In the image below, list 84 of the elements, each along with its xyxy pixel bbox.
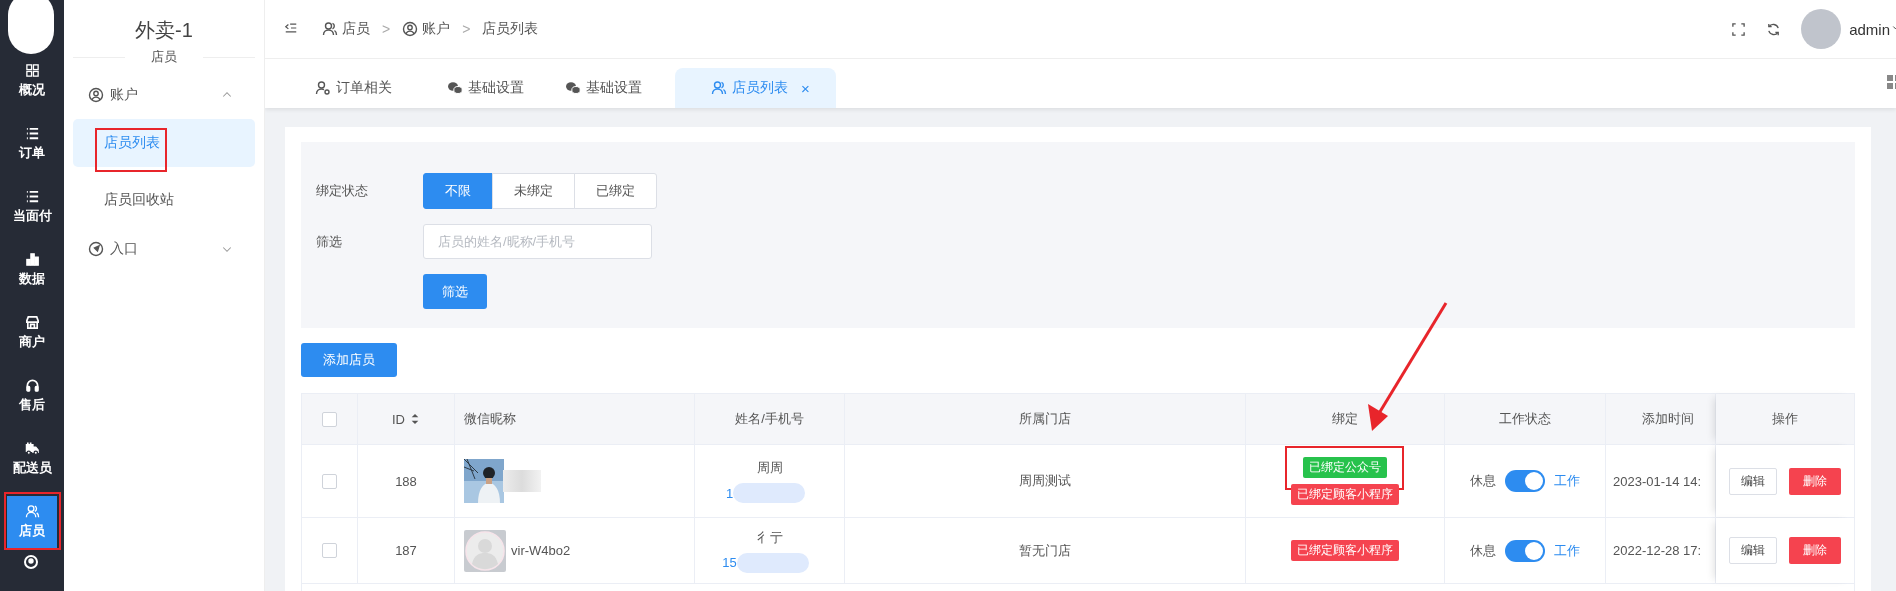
rail-nav-item[interactable]: 当面付 xyxy=(7,181,57,233)
default-avatar-icon xyxy=(464,529,506,572)
avatar[interactable] xyxy=(1801,9,1842,49)
breadcrumb-link[interactable]: 店员列表 xyxy=(482,20,539,38)
collapse-menu-icon xyxy=(284,20,298,35)
section-subtitle: 店员 xyxy=(150,48,178,66)
page-tab[interactable]: 订单相关 xyxy=(295,68,413,108)
headset-icon xyxy=(24,378,40,393)
checkbox[interactable] xyxy=(322,473,337,489)
switch-label: 休息 xyxy=(1470,472,1496,490)
checkbox[interactable] xyxy=(322,543,337,558)
status-tag: 已绑定顾客小程序 xyxy=(1291,484,1399,505)
sort-icon xyxy=(410,412,420,426)
switch-label: 工作 xyxy=(1554,541,1580,560)
table-cell: 周周测试 xyxy=(1019,472,1071,490)
edit-button[interactable]: 编辑 xyxy=(1729,537,1777,564)
switch-label: 工作 xyxy=(1554,472,1580,490)
logo xyxy=(8,0,54,54)
work-status-switch[interactable] xyxy=(1505,470,1545,492)
chat-bubbles-icon xyxy=(447,80,463,96)
truck-icon xyxy=(24,441,40,456)
table-cell: 2023-01-14 14: xyxy=(1613,473,1702,489)
account-icon xyxy=(402,21,419,37)
rail-nav-item[interactable]: 配送员 xyxy=(7,433,57,485)
submenu-item[interactable]: 店员回收站 xyxy=(73,176,255,224)
table-cell: 暂无门店 xyxy=(1019,541,1071,560)
refresh-icon xyxy=(1766,21,1782,37)
menu-group[interactable]: 入口 xyxy=(73,234,255,264)
users-icon xyxy=(711,80,727,96)
list-icon xyxy=(24,189,40,204)
work-status-switch[interactable] xyxy=(1505,539,1545,562)
user-menu[interactable]: admin xyxy=(1849,20,1896,38)
page-tab[interactable]: 基础设置 xyxy=(413,68,545,108)
breadcrumb-link[interactable]: 店员 xyxy=(322,20,370,38)
nickname: vir-W4bo2 xyxy=(511,543,571,558)
user-icon xyxy=(24,504,40,519)
dashboard-icon xyxy=(24,63,40,78)
compass-icon xyxy=(88,241,104,257)
table-cell: 187 xyxy=(395,543,417,558)
switch-label: 休息 xyxy=(1470,541,1496,560)
account-icon xyxy=(88,87,104,103)
column-header: 添加时间 xyxy=(1642,410,1694,428)
column-header: 操作 xyxy=(1772,410,1798,428)
fullscreen-icon xyxy=(1731,21,1747,37)
delete-button[interactable]: 删除 xyxy=(1789,467,1841,495)
user-gear-icon xyxy=(315,80,331,96)
rail-nav-item[interactable]: 数据 xyxy=(7,244,57,296)
checkbox[interactable] xyxy=(322,411,337,427)
breadcrumb-separator: > xyxy=(462,21,471,37)
column-header: 所属门店 xyxy=(1019,410,1071,428)
column-header: 工作状态 xyxy=(1499,410,1551,428)
users-icon xyxy=(322,21,338,37)
store-title: 外卖-1 xyxy=(134,18,194,43)
chat-bubbles-icon xyxy=(565,80,581,96)
filter-option[interactable]: 已绑定 xyxy=(574,173,657,209)
redaction-blur xyxy=(503,470,541,492)
rail-nav-item[interactable]: 订单 xyxy=(7,118,57,170)
store-icon xyxy=(24,315,40,330)
delete-button[interactable]: 删除 xyxy=(1789,537,1841,564)
breadcrumb-link[interactable]: 账户 xyxy=(402,20,451,38)
bar-chart-icon xyxy=(24,252,40,267)
status-tag: 已绑定顾客小程序 xyxy=(1291,540,1399,561)
field-label: 筛选 xyxy=(316,232,343,251)
status-tag: 已绑定公众号 xyxy=(1303,457,1387,478)
rail-nav-item[interactable]: 商户 xyxy=(7,307,57,359)
location-icon xyxy=(23,554,39,570)
page-tab[interactable]: 基础设置 xyxy=(545,68,663,108)
table-cell: 2022-12-28 17: xyxy=(1613,543,1702,558)
table-cell: 188 xyxy=(395,473,417,489)
list-icon xyxy=(24,126,40,141)
rail-nav-item[interactable]: 售后 xyxy=(7,370,57,422)
staff-name: 周周 xyxy=(756,459,783,477)
menu-group[interactable]: 账户 xyxy=(73,80,255,110)
breadcrumb-separator: > xyxy=(382,21,391,37)
column-header: 绑定 xyxy=(1332,410,1358,428)
column-header: 微信昵称 xyxy=(464,410,516,428)
search-field[interactable]: 店员的姓名/昵称/手机号 xyxy=(423,224,652,259)
column-header: 姓名/手机号 xyxy=(735,410,804,428)
filter-option[interactable]: 未绑定 xyxy=(492,173,575,209)
column-header[interactable]: ID xyxy=(392,411,405,427)
field-label: 绑定状态 xyxy=(316,182,369,200)
edit-button[interactable]: 编辑 xyxy=(1729,467,1777,495)
staff-name: 彳亍 xyxy=(756,528,783,547)
rail-nav-item[interactable]: 概况 xyxy=(7,55,57,107)
